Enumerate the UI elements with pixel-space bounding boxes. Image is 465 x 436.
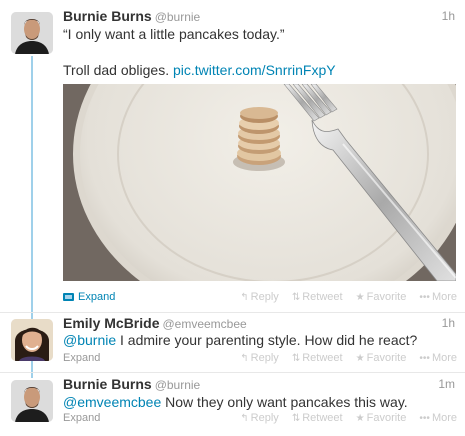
tweet-3: Burnie Burns @burnie 1m @emveemcbee Now t…	[0, 373, 465, 436]
photo-icon	[63, 293, 74, 301]
star-icon: ★	[355, 292, 365, 303]
expand-link[interactable]: Expand	[63, 412, 100, 424]
fullname[interactable]: Burnie Burns	[63, 8, 152, 24]
avatar[interactable]	[11, 380, 53, 422]
expand-link[interactable]: Expand	[63, 352, 100, 364]
retweet-button[interactable]: ⇅ Retweet	[292, 352, 343, 364]
tweet-actions: ↰ Reply ⇅ Retweet ★ Favorite ••• More	[230, 291, 457, 303]
retweet-button[interactable]: ⇅ Retweet	[292, 291, 343, 303]
tweet-text: @burnie I admire your parenting style. H…	[63, 332, 418, 348]
expand-link[interactable]: Expand	[63, 291, 115, 303]
more-icon: •••	[419, 353, 430, 364]
tweet-footer: Expand ↰ Reply ⇅ Retweet ★ Favorite ••• More	[63, 352, 457, 368]
timestamp[interactable]: 1m	[438, 377, 455, 391]
fullname[interactable]: Emily McBride	[63, 315, 159, 331]
mention-link[interactable]: @emveemcbee	[63, 394, 161, 410]
pic-link[interactable]: pic.twitter.com/SnrrinFxpY	[173, 62, 336, 78]
reply-icon: ↰	[240, 413, 249, 424]
retweet-icon: ⇅	[291, 292, 301, 303]
timestamp[interactable]: 1h	[442, 9, 455, 23]
more-icon: •••	[419, 292, 430, 303]
reply-button[interactable]: ↰ Reply	[240, 352, 279, 364]
more-button[interactable]: ••• More	[419, 291, 457, 303]
tweet-header: Burnie Burns @burnie 1h	[63, 8, 455, 26]
reply-button[interactable]: ↰ Reply	[240, 291, 279, 303]
favorite-button[interactable]: ★ Favorite	[356, 291, 407, 303]
tweet-header: Burnie Burns @burnie 1m	[63, 376, 455, 394]
tweet-actions: ↰ Reply ⇅ Retweet ★ Favorite ••• More	[230, 352, 457, 364]
tweet-text: “I only want a little pancakes today.” T…	[63, 25, 455, 79]
more-button[interactable]: ••• More	[419, 412, 457, 424]
timestamp[interactable]: 1h	[442, 316, 455, 330]
username[interactable]: @burnie	[155, 10, 201, 24]
tweet-2: Emily McBride @emveemcbee 1h @burnie I ad…	[0, 313, 465, 371]
tweet-text: @emveemcbee Now they only want pancakes …	[63, 394, 408, 410]
retweet-icon: ⇅	[291, 353, 301, 364]
tweet-footer: Expand ↰ Reply ⇅ Retweet ★ Favorite ••• More	[63, 412, 457, 428]
tweet-actions: ↰ Reply ⇅ Retweet ★ Favorite ••• More	[230, 412, 457, 424]
star-icon: ★	[355, 353, 365, 364]
more-icon: •••	[419, 413, 430, 424]
tweet-text-line: “I only want a little pancakes today.”	[63, 26, 285, 42]
fullname[interactable]: Burnie Burns	[63, 376, 152, 392]
avatar[interactable]	[11, 12, 53, 54]
retweet-icon: ⇅	[291, 413, 301, 424]
tweet-footer: Expand ↰ Reply ⇅ Retweet ★ Favorite ••• More	[63, 291, 457, 307]
star-icon: ★	[355, 413, 365, 424]
reply-icon: ↰	[240, 353, 249, 364]
username[interactable]: @burnie	[155, 378, 201, 392]
tweet-photo[interactable]	[63, 84, 456, 281]
tweet-text-line: Troll dad obliges. pic.twitter.com/Snrri…	[63, 62, 336, 78]
tweet-1: Burnie Burns @burnie 1h “I only want a li…	[0, 0, 465, 310]
favorite-button[interactable]: ★ Favorite	[356, 412, 407, 424]
retweet-button[interactable]: ⇅ Retweet	[292, 412, 343, 424]
avatar[interactable]	[11, 319, 53, 361]
more-button[interactable]: ••• More	[419, 352, 457, 364]
mention-link[interactable]: @burnie	[63, 332, 116, 348]
favorite-button[interactable]: ★ Favorite	[356, 352, 407, 364]
username[interactable]: @emveemcbee	[162, 317, 246, 331]
reply-button[interactable]: ↰ Reply	[240, 412, 279, 424]
reply-icon: ↰	[240, 292, 249, 303]
